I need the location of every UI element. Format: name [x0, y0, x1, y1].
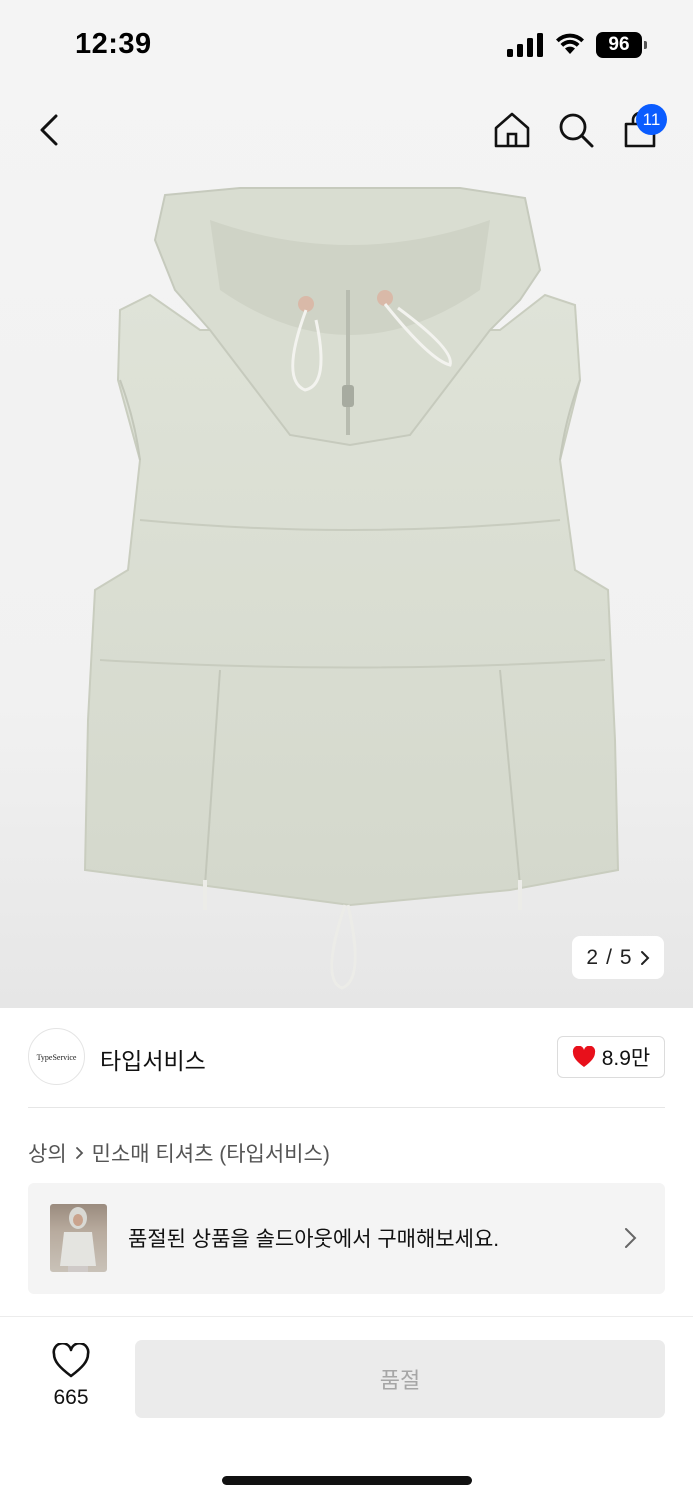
- section-divider: [28, 1107, 665, 1108]
- soldout-thumbnail: [50, 1204, 107, 1272]
- breadcrumb-subcategory[interactable]: 민소매 티셔츠 (타입서비스): [92, 1138, 330, 1168]
- battery-level: 96: [596, 32, 642, 58]
- chevron-right-icon: [625, 1228, 637, 1248]
- product-photo-vest: [83, 187, 620, 990]
- brand-like-count: 8.9만: [601, 1047, 651, 1070]
- chevron-right-icon: [75, 1147, 83, 1159]
- soldout-banner-text: 품절된 상품을 솔드아웃에서 구매해보세요.: [128, 1228, 500, 1251]
- soldout-buy-button[interactable]: 품절: [135, 1340, 665, 1418]
- home-indicator[interactable]: [222, 1476, 472, 1485]
- status-bar: 12:39 96: [0, 0, 693, 92]
- gallery-current-page: 2: [586, 945, 599, 969]
- brand-like-button[interactable]: 8.9만: [557, 1036, 665, 1078]
- home-icon[interactable]: [490, 108, 534, 152]
- brand-logo[interactable]: TypeService: [28, 1028, 85, 1085]
- battery-indicator: 96: [596, 32, 648, 58]
- breadcrumb: 상의 민소매 티셔츠 (타입서비스): [28, 1139, 330, 1167]
- gallery-page-indicator[interactable]: 2 / 5: [572, 936, 664, 979]
- breadcrumb-category[interactable]: 상의: [28, 1138, 67, 1168]
- wishlist-count: 665: [53, 1386, 89, 1409]
- chevron-right-icon: [640, 950, 650, 965]
- soldout-banner[interactable]: 품절된 상품을 솔드아웃에서 구매해보세요.: [28, 1183, 665, 1294]
- gallery-separator: /: [606, 945, 612, 969]
- battery-cap: [644, 41, 647, 49]
- gallery-total-pages: 5: [619, 945, 632, 969]
- brand-row: TypeService 타입서비스 8.9만: [28, 1028, 665, 1086]
- search-icon[interactable]: [554, 108, 598, 152]
- top-navigation: [0, 92, 693, 172]
- cellular-signal-icon: [507, 33, 543, 57]
- wishlist-button[interactable]: 665: [40, 1343, 102, 1413]
- brand-name[interactable]: 타입서비스: [100, 1042, 206, 1076]
- status-time: 12:39: [75, 28, 152, 60]
- product-image-gallery[interactable]: 12:39 96 11 2 / 5: [0, 0, 693, 1008]
- wifi-icon: [556, 33, 584, 54]
- heart-outline-icon: [52, 1343, 90, 1378]
- bottom-bar-divider: [0, 1316, 693, 1317]
- back-arrow-icon[interactable]: [30, 110, 70, 150]
- heart-filled-icon: [572, 1046, 595, 1067]
- cart-count-badge: 11: [636, 104, 667, 135]
